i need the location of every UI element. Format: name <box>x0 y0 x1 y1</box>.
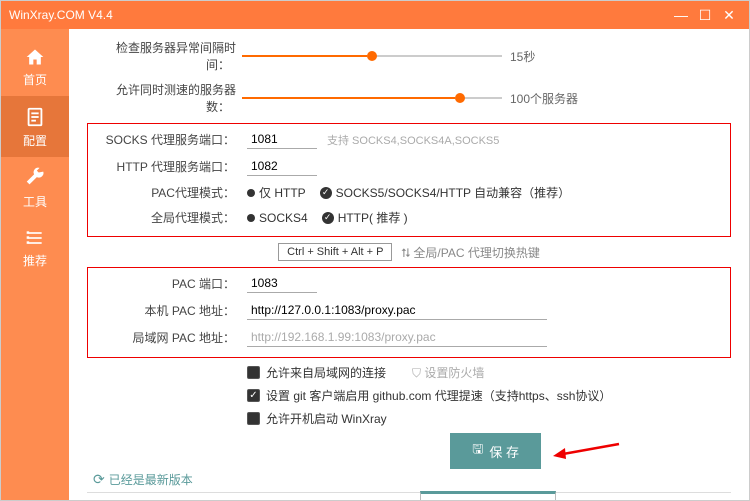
concurrent-slider[interactable] <box>242 97 502 99</box>
wrench-icon <box>24 167 46 189</box>
pac-group: PAC 端口： 本机 PAC 地址： 局域网 PAC 地址： <box>87 267 731 358</box>
tab-proxy-port[interactable]: 代理端口 / 高级配置 <box>420 491 556 500</box>
git-proxy-label: 设置 git 客户端启用 github.com 代理提速（支持https、ssh… <box>266 387 611 404</box>
sidebar-item-label: 推荐 <box>23 254 47 268</box>
content-pane: 检查服务器异常间隔时间： 15秒 允许同时测速的服务器数： 100个服务器 SO… <box>69 29 749 500</box>
refresh-icon[interactable]: ⟳ <box>93 471 105 488</box>
sidebar-item-recommend[interactable]: 推荐 <box>1 218 69 277</box>
firewall-link[interactable]: ⛉ 设置防火墙 <box>412 364 484 381</box>
lan-pac-input[interactable] <box>247 328 547 347</box>
radio-checked-icon: ✓ <box>320 187 332 199</box>
arrow-annotation-icon <box>551 438 621 464</box>
socks-port-input[interactable] <box>247 130 317 149</box>
lan-pac-label: 局域网 PAC 地址： <box>92 329 247 346</box>
sidebar-item-label: 首页 <box>23 73 47 87</box>
app-title: WinXray.COM V4.4 <box>9 8 669 22</box>
sidebar-item-label: 工具 <box>23 195 47 209</box>
tab-server-json[interactable]: 服务器配置（JSON） <box>87 493 231 500</box>
sidebar: 首页 配置 工具 推荐 <box>1 29 69 500</box>
tab-core-json[interactable]: Core 配置（JSON） <box>231 493 368 500</box>
concurrent-value: 100个服务器 <box>510 90 578 107</box>
tab-uwp[interactable]: UWP 应用配置 <box>556 493 663 500</box>
radio-icon <box>247 189 255 197</box>
socks-hint: 支持 SOCKS4,SOCKS4A,SOCKS5 <box>327 132 499 148</box>
titlebar: WinXray.COM V4.4 — ☐ ✕ <box>1 1 749 29</box>
save-icon: 🖫 <box>472 440 483 462</box>
version-status: 已经是最新版本 <box>109 471 193 488</box>
local-pac-label: 本机 PAC 地址： <box>92 302 247 319</box>
proxy-port-group: SOCKS 代理服务端口： 支持 SOCKS4,SOCKS4A,SOCKS5 H… <box>87 123 731 237</box>
interval-label: 检查服务器异常间隔时间： <box>87 39 242 73</box>
close-button[interactable]: ✕ <box>717 7 741 24</box>
bottom-tabs: 服务器配置（JSON） Core 配置（JSON） 订阅 代理端口 / 高级配置… <box>87 492 731 500</box>
pac-mode-auto-radio[interactable]: ✓SOCKS5/SOCKS4/HTTP 自动兼容（推荐） <box>320 184 571 201</box>
document-icon <box>24 106 46 128</box>
sidebar-item-config[interactable]: 配置 <box>1 96 69 157</box>
radio-icon <box>247 214 255 222</box>
hotkey-input[interactable]: Ctrl + Shift + Alt + P <box>278 243 392 261</box>
pac-port-input[interactable] <box>247 274 317 293</box>
autostart-label: 允许开机启动 WinXray <box>266 410 387 427</box>
list-icon <box>24 228 46 248</box>
local-pac-input[interactable] <box>247 301 547 320</box>
pac-mode-label: PAC代理模式： <box>92 184 247 201</box>
interval-value: 15秒 <box>510 48 535 65</box>
sidebar-item-tools[interactable]: 工具 <box>1 157 69 218</box>
sidebar-item-home[interactable]: 首页 <box>1 37 69 96</box>
tab-subscribe[interactable]: 订阅 <box>368 493 420 500</box>
hotkey-description: ⮁ 全局/PAC 代理切换热键 <box>400 244 539 261</box>
allow-lan-checkbox[interactable] <box>247 366 260 379</box>
home-icon <box>24 47 46 67</box>
autostart-checkbox[interactable] <box>247 412 260 425</box>
save-button[interactable]: 🖫 保 存 <box>450 433 541 469</box>
interval-slider[interactable] <box>242 55 502 57</box>
minimize-button[interactable]: — <box>669 7 693 23</box>
global-mode-label: 全局代理模式： <box>92 209 247 226</box>
http-port-label: HTTP 代理服务端口： <box>92 158 247 175</box>
pac-mode-http-radio[interactable]: 仅 HTTP <box>247 184 306 201</box>
git-proxy-checkbox[interactable]: ✓ <box>247 389 260 402</box>
radio-checked-icon: ✓ <box>322 212 334 224</box>
allow-lan-label: 允许来自局域网的连接 <box>266 364 386 381</box>
sidebar-item-label: 配置 <box>23 134 47 148</box>
global-mode-http-radio[interactable]: ✓HTTP( 推荐 ) <box>322 209 408 226</box>
maximize-button[interactable]: ☐ <box>693 7 717 24</box>
socks-port-label: SOCKS 代理服务端口： <box>92 131 247 148</box>
pac-port-label: PAC 端口： <box>92 275 247 292</box>
http-port-input[interactable] <box>247 157 317 176</box>
concurrent-label: 允许同时测速的服务器数： <box>87 81 242 115</box>
global-mode-socks4-radio[interactable]: SOCKS4 <box>247 211 308 225</box>
